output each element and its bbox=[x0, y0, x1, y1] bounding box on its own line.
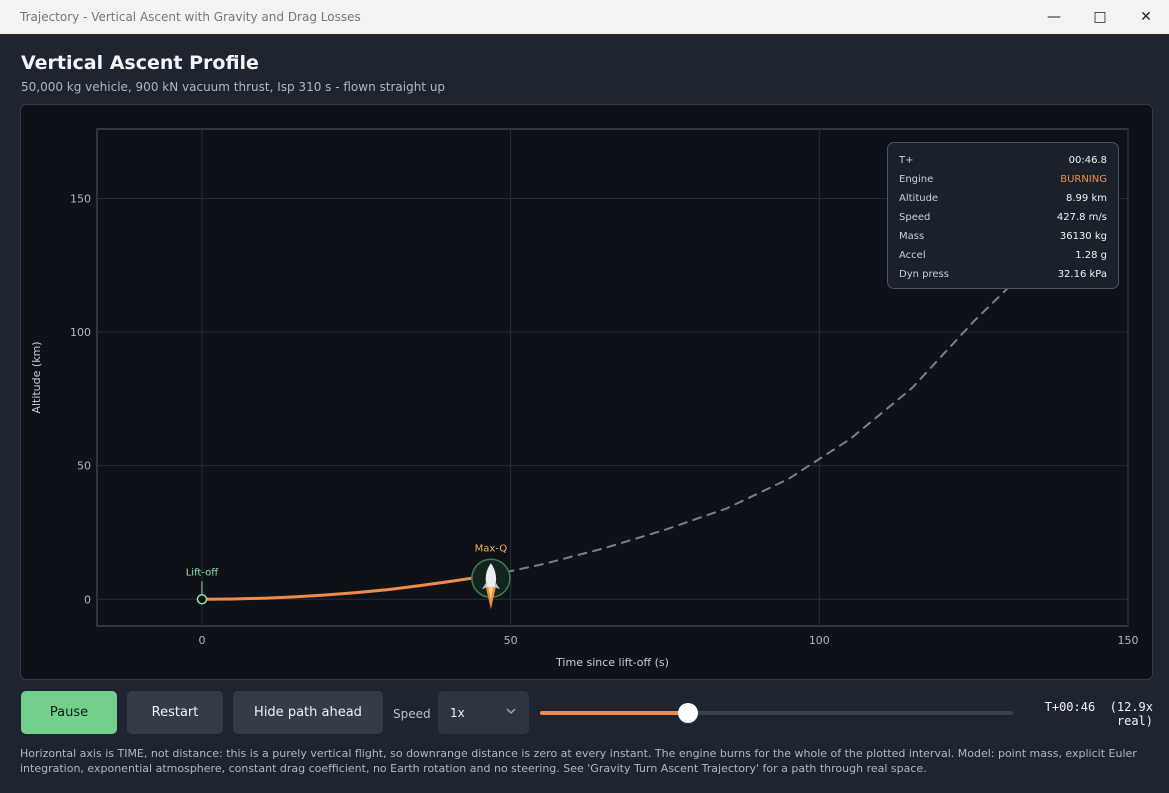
page-subtitle: 50,000 kg vehicle, 900 kN vacuum thrust,… bbox=[21, 80, 446, 94]
hud-key: Accel bbox=[899, 250, 926, 261]
clock-line-2: real) bbox=[1116, 714, 1153, 728]
speed-label: Speed bbox=[393, 707, 431, 721]
maximize-icon[interactable]: □ bbox=[1088, 7, 1112, 27]
close-icon[interactable]: ✕ bbox=[1134, 7, 1158, 27]
minimize-icon[interactable]: — bbox=[1042, 7, 1066, 27]
x-tick-label: 150 bbox=[1118, 634, 1139, 647]
hud-value: 00:46.8 bbox=[1068, 155, 1107, 166]
page-title: Vertical Ascent Profile bbox=[21, 52, 259, 74]
hud-key: T+ bbox=[899, 155, 914, 166]
hud-row: Mass 36130 kg bbox=[899, 227, 1107, 246]
hide-path-button[interactable]: Hide path ahead bbox=[233, 691, 383, 734]
model-note: Horizontal axis is TIME, not distance: t… bbox=[20, 747, 1137, 775]
liftoff-marker bbox=[196, 594, 208, 605]
hud-row: Speed 427.8 m/s bbox=[899, 208, 1107, 227]
hud-row: T+ 00:46.8 bbox=[899, 151, 1107, 170]
y-tick-label: 150 bbox=[70, 192, 91, 205]
hud-value: 36130 kg bbox=[1059, 231, 1107, 242]
chevron-down-icon bbox=[506, 708, 516, 715]
playback-slider[interactable] bbox=[540, 703, 1013, 723]
speed-value: 1x bbox=[450, 705, 465, 720]
slider-thumb[interactable] bbox=[677, 703, 698, 723]
hud-value: 8.99 km bbox=[1066, 193, 1107, 204]
mission-clock: T+00:46 (12.9x real) bbox=[1020, 700, 1153, 728]
x-tick-label: 50 bbox=[504, 634, 518, 647]
hud-value: 32.16 kPa bbox=[1057, 269, 1107, 280]
x-axis-label: Time since lift-off (s) bbox=[555, 656, 669, 669]
hud-key: Dyn press bbox=[899, 269, 949, 280]
liftoff-label: Lift-off bbox=[186, 567, 220, 578]
x-tick-label: 0 bbox=[198, 634, 205, 647]
y-tick-label: 50 bbox=[77, 460, 91, 473]
slider-fill bbox=[540, 711, 688, 715]
clock-line-1: T+00:46 (12.9x bbox=[1044, 700, 1153, 714]
y-tick-label: 100 bbox=[70, 326, 91, 339]
hud-value: 1.28 g bbox=[1075, 250, 1107, 261]
hud-row: Accel 1.28 g bbox=[899, 246, 1107, 265]
y-axis-label: Altitude (km) bbox=[30, 341, 43, 413]
hud-value: BURNING bbox=[1060, 174, 1107, 185]
maxq-label: Max-Q bbox=[475, 543, 508, 554]
hud-row: Engine BURNING bbox=[899, 170, 1107, 189]
telemetry-readout: T+ 00:46.8 Engine BURNING Altitude 8.99 km Spe… bbox=[887, 142, 1119, 289]
speed-select[interactable]: 1x bbox=[438, 691, 529, 734]
hud-key: Altitude bbox=[899, 193, 939, 204]
hud-row: Dyn press 32.16 kPa bbox=[899, 265, 1107, 284]
y-tick-label: 0 bbox=[84, 593, 91, 606]
hud-key: Mass bbox=[899, 231, 925, 242]
hud-key: Engine bbox=[899, 174, 934, 185]
restart-button[interactable]: Restart bbox=[127, 691, 223, 734]
window-titlebar: Trajectory - Vertical Ascent with Gravit… bbox=[0, 0, 1169, 34]
hud-value: 427.8 m/s bbox=[1056, 212, 1107, 223]
app-content: Vertical Ascent Profile 50,000 kg vehicl… bbox=[0, 34, 1169, 793]
window-title: Trajectory - Vertical Ascent with Gravit… bbox=[20, 10, 361, 24]
trajectory-plot-panel: 0 50 100 150 0 50 100 150 Time since lift-off (s… bbox=[20, 104, 1153, 680]
x-tick-label: 100 bbox=[809, 634, 830, 647]
pause-button[interactable]: Pause bbox=[21, 691, 117, 734]
hud-row: Altitude 8.99 km bbox=[899, 189, 1107, 208]
hud-key: Speed bbox=[899, 212, 931, 223]
